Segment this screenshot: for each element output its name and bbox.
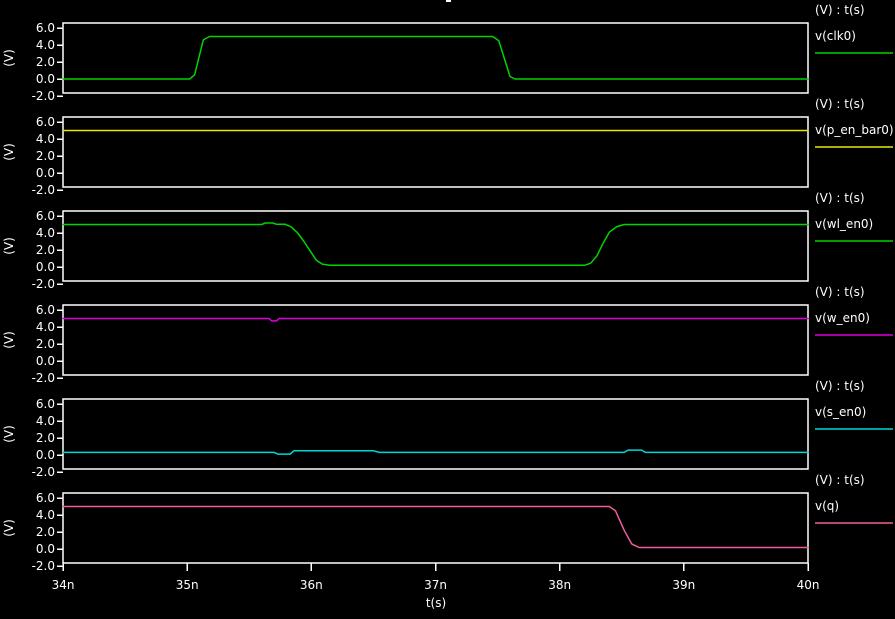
y-tick-label: 2.0 xyxy=(36,55,55,69)
legend-axes-header: (V) : t(s) xyxy=(815,473,865,487)
y-tick-label: 0.0 xyxy=(36,260,55,274)
y-tick-label: 4.0 xyxy=(36,38,55,52)
y-tick-label: -2.0 xyxy=(32,277,55,291)
x-axis-title: t(s) xyxy=(426,596,446,610)
legend-signal-name[interactable]: v(s_en0) xyxy=(815,405,866,419)
legend-axes-header: (V) : t(s) xyxy=(815,3,865,17)
x-tick-label: 36n xyxy=(300,578,323,592)
y-tick-label: 0.0 xyxy=(36,542,55,556)
legend-axes-header: (V) : t(s) xyxy=(815,97,865,111)
legend-axes-header: (V) : t(s) xyxy=(815,191,865,205)
x-tick-label: 40n xyxy=(797,578,820,592)
y-tick-label: 4.0 xyxy=(36,226,55,240)
y-axis-unit-label: (V) xyxy=(2,49,16,67)
y-tick-label: 2.0 xyxy=(36,431,55,445)
y-tick-label: 6.0 xyxy=(36,397,55,411)
x-tick-label: 39n xyxy=(672,578,695,592)
y-tick-label: 0.0 xyxy=(36,448,55,462)
y-tick-label: 4.0 xyxy=(36,508,55,522)
y-tick-label: 2.0 xyxy=(36,525,55,539)
x-tick-label: 37n xyxy=(424,578,447,592)
y-tick-label: 2.0 xyxy=(36,149,55,163)
waveform-plot-svg: 6.0 4.0 2.0 0.0 -2.0 (V) (V) : t(s) v(clk0) 6.0 4… xyxy=(0,0,895,619)
x-tick-label: 34n xyxy=(52,578,75,592)
y-tick-label: 6.0 xyxy=(36,115,55,129)
y-tick-label: -2.0 xyxy=(32,89,55,103)
legend-signal-name[interactable]: v(clk0) xyxy=(815,29,856,43)
y-axis-unit-label: (V) xyxy=(2,237,16,255)
y-axis-unit-label: (V) xyxy=(2,143,16,161)
y-tick-label: 4.0 xyxy=(36,132,55,146)
y-axis-unit-label: (V) xyxy=(2,425,16,443)
legend-signal-name[interactable]: v(w_en0) xyxy=(815,311,870,325)
x-tick-label: 38n xyxy=(548,578,571,592)
legend-signal-name[interactable]: v(q) xyxy=(815,499,839,513)
y-tick-label: 6.0 xyxy=(36,21,55,35)
y-tick-label: 2.0 xyxy=(36,243,55,257)
legend-axes-header: (V) : t(s) xyxy=(815,379,865,393)
y-tick-label: 0.0 xyxy=(36,354,55,368)
y-tick-label: 0.0 xyxy=(36,166,55,180)
y-tick-label: -2.0 xyxy=(32,559,55,573)
y-tick-label: 4.0 xyxy=(36,414,55,428)
clipped-title-artifact xyxy=(446,0,451,2)
x-tick-label: 35n xyxy=(176,578,199,592)
y-tick-label: -2.0 xyxy=(32,465,55,479)
y-tick-label: 6.0 xyxy=(36,209,55,223)
legend-signal-name[interactable]: v(wl_en0) xyxy=(815,217,873,231)
y-tick-label: 4.0 xyxy=(36,320,55,334)
legend-axes-header: (V) : t(s) xyxy=(815,285,865,299)
y-tick-label: 6.0 xyxy=(36,491,55,505)
waveform-viewer: 6.0 4.0 2.0 0.0 -2.0 (V) (V) : t(s) v(clk0) 6.0 4… xyxy=(0,0,895,619)
y-tick-label: 2.0 xyxy=(36,337,55,351)
y-tick-label: 0.0 xyxy=(36,72,55,86)
y-axis-unit-label: (V) xyxy=(2,519,16,537)
y-tick-label: 6.0 xyxy=(36,303,55,317)
y-tick-label: -2.0 xyxy=(32,183,55,197)
y-tick-label: -2.0 xyxy=(32,371,55,385)
legend-signal-name[interactable]: v(p_en_bar0) xyxy=(815,123,894,137)
y-axis-unit-label: (V) xyxy=(2,331,16,349)
